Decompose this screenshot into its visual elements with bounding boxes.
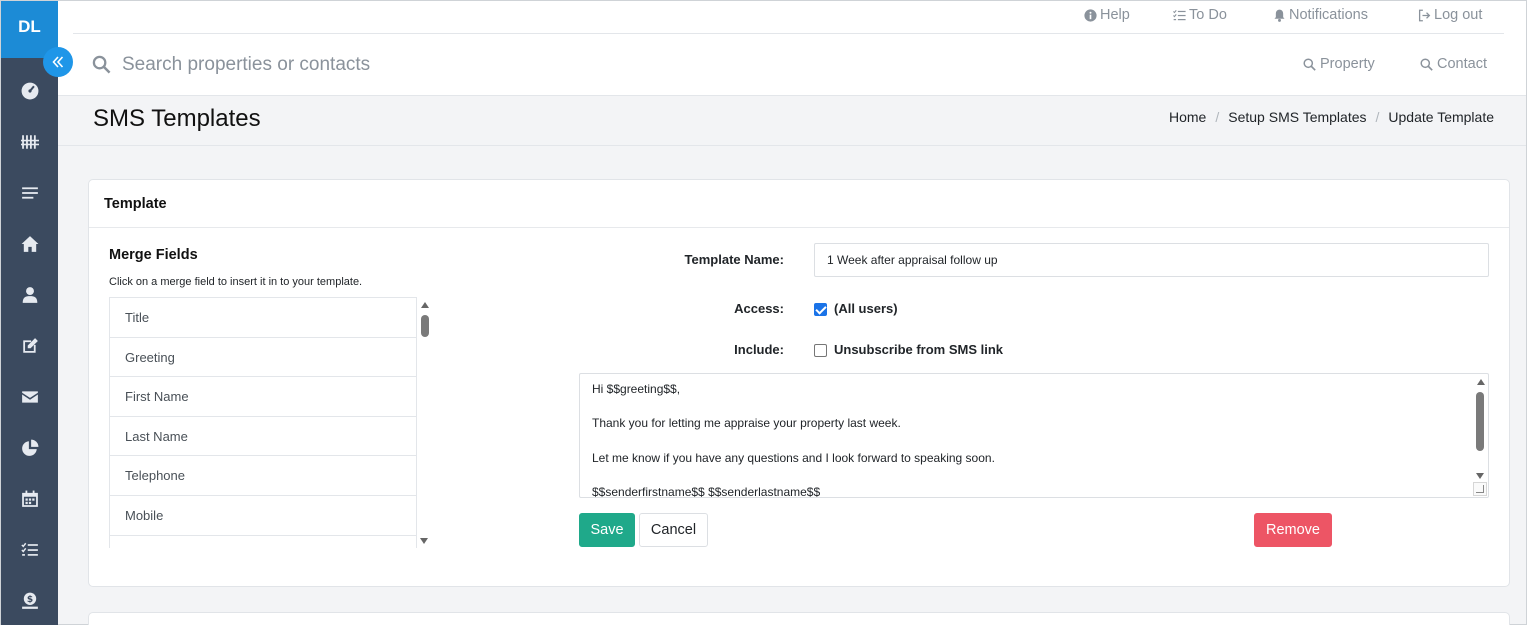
merge-field-last-name[interactable]: Last Name	[110, 417, 416, 457]
logout-link[interactable]: Log out	[1418, 7, 1482, 23]
access-all-users-checkbox[interactable]	[814, 303, 827, 316]
bell-icon	[1274, 9, 1285, 22]
todo-label: To Do	[1189, 7, 1227, 23]
unsubscribe-link-checkbox[interactable]	[814, 344, 827, 357]
sidebar-item-finance[interactable]: $	[1, 575, 58, 625]
sidebar-item-tasks[interactable]	[1, 524, 58, 575]
search-icon	[1303, 57, 1316, 71]
include-label: Include:	[734, 342, 784, 357]
property-label: Property	[1320, 56, 1375, 72]
double-chevron-left-icon	[52, 56, 64, 68]
card-title: Template	[89, 180, 1509, 228]
home-icon	[21, 235, 38, 252]
sidebar-item-calendar[interactable]	[1, 473, 58, 524]
search-icon	[1420, 57, 1433, 71]
finance-icon: $	[21, 592, 38, 609]
search-icon-wrapper	[92, 55, 111, 79]
svg-text:$: $	[26, 595, 32, 605]
save-button[interactable]: Save	[579, 513, 635, 547]
merge-field-title[interactable]: Title	[110, 298, 416, 338]
notifications-link[interactable]: Notifications	[1273, 7, 1368, 23]
secondary-card	[88, 612, 1510, 625]
breadcrumb-separator: /	[1375, 109, 1380, 125]
sidebar-item-home[interactable]	[1, 218, 58, 269]
contact-search-link[interactable]: Contact	[1420, 56, 1487, 72]
calendar-icon	[21, 490, 38, 507]
scroll-up-arrow-icon[interactable]	[420, 302, 429, 308]
logout-icon	[1418, 9, 1431, 21]
merge-field-greeting[interactable]: Greeting	[110, 338, 416, 378]
unsubscribe-link-label[interactable]: Unsubscribe from SMS link	[834, 342, 1003, 357]
scroll-thumb[interactable]	[1476, 392, 1484, 451]
merge-fields-description: Click on a merge field to insert it in t…	[109, 276, 363, 288]
breadcrumb: Home / Setup SMS Templates / Update Temp…	[1169, 109, 1494, 125]
access-label: Access:	[734, 301, 784, 316]
dashboard-icon	[21, 82, 38, 99]
breadcrumb-separator: /	[1215, 109, 1220, 125]
sidebar-item-list[interactable]	[1, 167, 58, 218]
merge-fields-list[interactable]: Title Greeting First Name Last Name Tele…	[109, 297, 417, 548]
message-line: Thank you for letting me appraise your p…	[592, 416, 901, 430]
breadcrumb-home[interactable]: Home	[1169, 109, 1206, 125]
message-line: Hi $$greeting$$,	[592, 382, 681, 396]
merge-fields-title: Merge Fields	[109, 247, 198, 263]
sidebar-item-contacts[interactable]	[1, 269, 58, 320]
message-line: Let me know if you have any questions an…	[592, 451, 995, 465]
sidebar-item-edit[interactable]	[1, 320, 58, 371]
search-bar: Property Contact	[58, 35, 1526, 96]
logout-label: Log out	[1434, 7, 1483, 23]
logo-text: DL	[18, 17, 41, 36]
message-line: $$senderfirstname$$ $$senderlastname$$	[592, 485, 821, 498]
checklist-icon	[1173, 9, 1186, 20]
sidebar-item-properties[interactable]	[1, 116, 58, 167]
scroll-down-arrow-icon[interactable]	[1476, 473, 1484, 479]
property-search-link[interactable]: Property	[1303, 56, 1375, 72]
page-title: SMS Templates	[93, 105, 261, 132]
search-input[interactable]	[122, 50, 722, 80]
scroll-thumb[interactable]	[421, 315, 429, 337]
contact-label: Contact	[1437, 56, 1487, 72]
cancel-button[interactable]: Cancel	[639, 513, 708, 547]
properties-icon	[20, 134, 39, 149]
page-header: SMS Templates Home / Setup SMS Templates…	[58, 96, 1526, 146]
breadcrumb-current: Update Template	[1388, 109, 1494, 125]
list-icon	[21, 186, 38, 199]
merge-field-mobile[interactable]: Mobile	[110, 496, 416, 536]
search-icon	[92, 55, 111, 74]
scroll-up-arrow-icon[interactable]	[1476, 379, 1485, 385]
help-link[interactable]: Help	[1084, 7, 1130, 23]
merge-fields-scrollbar[interactable]	[418, 297, 431, 548]
merge-field-next[interactable]	[110, 536, 416, 548]
help-label: Help	[1100, 7, 1130, 23]
sms-message-textarea[interactable]: Hi $$greeting$$, Thank you for letting m…	[579, 373, 1489, 498]
template-name-label: Template Name:	[684, 252, 784, 267]
template-name-input[interactable]	[814, 243, 1489, 277]
sidebar: DL $	[1, 1, 58, 625]
sidebar-item-mail[interactable]	[1, 371, 58, 422]
reports-icon	[21, 439, 38, 456]
scroll-down-arrow-icon[interactable]	[420, 538, 428, 544]
sidebar-item-reports[interactable]	[1, 422, 58, 473]
notifications-label: Notifications	[1289, 7, 1368, 23]
sidebar-nav: $	[1, 65, 58, 625]
merge-field-telephone[interactable]: Telephone	[110, 456, 416, 496]
breadcrumb-setup-sms-templates[interactable]: Setup SMS Templates	[1228, 109, 1366, 125]
access-all-users-label[interactable]: (All users)	[834, 301, 898, 316]
remove-button[interactable]: Remove	[1254, 513, 1332, 547]
template-card: Template Merge Fields Click on a merge f…	[88, 179, 1510, 587]
message-scrollbar[interactable]	[1473, 374, 1488, 497]
header: Help To Do Notifications Log out Propert…	[58, 1, 1526, 96]
tasks-icon	[20, 542, 38, 556]
contact-icon	[22, 286, 37, 303]
collapse-sidebar-button[interactable]	[43, 47, 73, 77]
topbar: Help To Do Notifications Log out	[73, 1, 1504, 34]
todo-link[interactable]: To Do	[1173, 7, 1227, 23]
resize-handle-icon[interactable]	[1473, 482, 1487, 496]
edit-icon	[22, 337, 38, 353]
merge-field-first-name[interactable]: First Name	[110, 377, 416, 417]
info-icon	[1084, 8, 1097, 22]
mail-icon	[21, 390, 38, 403]
